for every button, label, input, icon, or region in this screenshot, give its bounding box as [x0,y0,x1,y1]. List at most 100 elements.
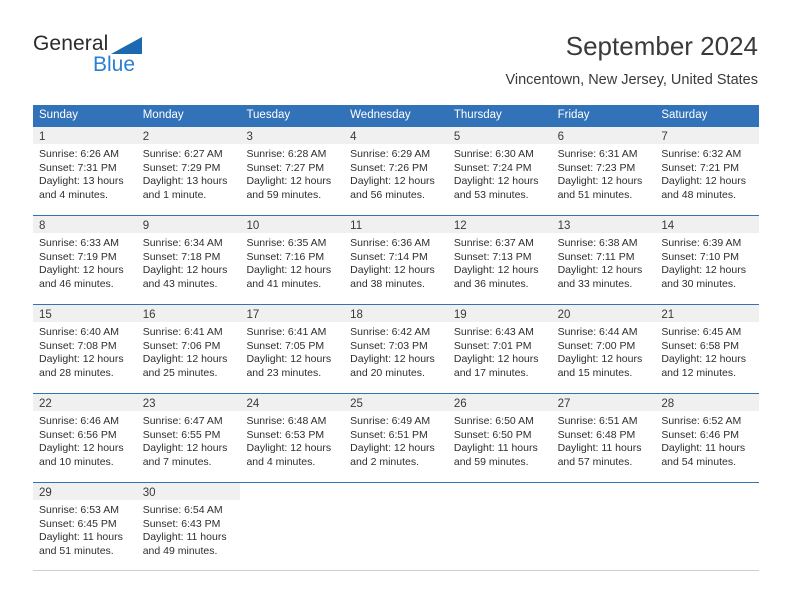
day-number-band [448,483,552,500]
day-number: 27 [557,398,571,410]
day-cell[interactable]: 18 Sunrise: 6:42 AM Sunset: 7:03 PM Dayl… [344,305,448,393]
daylight-text-line2: and 59 minutes. [246,188,322,201]
daylight-text-line2: and 4 minutes. [246,455,316,468]
day-cell[interactable]: 9 Sunrise: 6:34 AM Sunset: 7:18 PM Dayli… [136,216,241,304]
day-cell[interactable]: 2 Sunrise: 6:27 AM Sunset: 7:29 PM Dayli… [136,127,241,215]
day-cell[interactable]: 1 Sunrise: 6:26 AM Sunset: 7:31 PM Dayli… [33,127,137,215]
day-cell[interactable]: 20 Sunrise: 6:44 AM Sunset: 7:00 PM Dayl… [551,305,656,393]
day-cell[interactable]: 11 Sunrise: 6:36 AM Sunset: 7:14 PM Dayl… [344,216,448,304]
title-block: September 2024 Vincentown, New Jersey, U… [505,30,758,90]
daylight-text-line2: and 43 minutes. [142,277,218,290]
day-cell[interactable]: 25 Sunrise: 6:49 AM Sunset: 6:51 PM Dayl… [344,394,448,482]
day-cell[interactable]: 8 Sunrise: 6:33 AM Sunset: 7:19 PM Dayli… [33,216,137,304]
daylight-text-line2: and 51 minutes. [557,188,633,201]
day-info: Sunrise: 6:53 AM Sunset: 6:45 PM Dayligh… [33,500,137,558]
day-cell[interactable]: 7 Sunrise: 6:32 AM Sunset: 7:21 PM Dayli… [655,127,760,215]
sunset-text: Sunset: 7:29 PM [142,161,221,174]
sunset-text: Sunset: 7:10 PM [661,250,739,263]
day-number: 4 [350,131,357,143]
daylight-text-line2: and 20 minutes. [350,366,425,379]
sunset-text: Sunset: 7:14 PM [350,250,428,263]
sunrise-text: Sunrise: 6:42 AM [350,326,431,338]
day-cell[interactable]: 26 Sunrise: 6:50 AM Sunset: 6:50 PM Dayl… [447,394,552,482]
day-number-band: 4 [344,127,448,144]
daylight-text-line2: and 17 minutes. [453,366,529,379]
daylight-text-line2: and 59 minutes. [453,455,529,468]
daylight-text-line1: Daylight: 12 hours [661,175,746,188]
day-info: Sunrise: 6:34 AM Sunset: 7:18 PM Dayligh… [137,233,241,291]
day-number: 17 [246,309,260,321]
page-title: September 2024 [565,31,758,61]
day-cell[interactable]: 12 Sunrise: 6:37 AM Sunset: 7:13 PM Dayl… [447,216,552,304]
sunset-text: Sunset: 7:06 PM [142,339,221,352]
day-number: 1 [39,131,46,143]
daylight-text-line1: Daylight: 12 hours [39,442,124,455]
sunset-text: Sunset: 7:19 PM [39,250,117,263]
daylight-text-line2: and 12 minutes. [661,366,737,379]
day-info: Sunrise: 6:50 AM Sunset: 6:50 PM Dayligh… [448,411,552,469]
sunset-text: Sunset: 7:23 PM [557,161,636,174]
daylight-text-line1: Daylight: 12 hours [350,175,435,188]
day-info: Sunrise: 6:38 AM Sunset: 7:11 PM Dayligh… [552,233,656,291]
sunrise-text: Sunrise: 6:32 AM [661,148,742,160]
daylight-text-line1: Daylight: 12 hours [661,264,746,277]
day-cell[interactable]: 13 Sunrise: 6:38 AM Sunset: 7:11 PM Dayl… [551,216,656,304]
weekday-header-monday: Monday [142,109,184,121]
day-cell[interactable]: 29 Sunrise: 6:53 AM Sunset: 6:45 PM Dayl… [33,483,137,570]
day-info: Sunrise: 6:30 AM Sunset: 7:24 PM Dayligh… [448,144,552,202]
daylight-text-line1: Daylight: 11 hours [453,442,538,455]
sunrise-text: Sunrise: 6:31 AM [557,148,638,160]
weekday-header-thursday: Thursday [453,109,502,121]
sunrise-text: Sunrise: 6:33 AM [39,237,119,249]
day-cell[interactable]: 17 Sunrise: 6:41 AM Sunset: 7:05 PM Dayl… [240,305,345,393]
day-cell[interactable]: 4 Sunrise: 6:29 AM Sunset: 7:26 PM Dayli… [344,127,448,215]
daylight-text-line2: and 7 minutes. [142,455,212,468]
weekday-header-row: Sunday Monday Tuesday Wednesday Thursday… [33,105,759,126]
daylight-text-line2: and 4 minutes. [39,188,108,201]
day-number-band: 21 [655,305,760,322]
day-cell[interactable]: 19 Sunrise: 6:43 AM Sunset: 7:01 PM Dayl… [447,305,552,393]
day-number: 3 [246,131,253,143]
day-cell[interactable]: 10 Sunrise: 6:35 AM Sunset: 7:16 PM Dayl… [240,216,345,304]
day-cell[interactable]: 5 Sunrise: 6:30 AM Sunset: 7:24 PM Dayli… [447,127,552,215]
day-cell[interactable]: 27 Sunrise: 6:51 AM Sunset: 6:48 PM Dayl… [551,394,656,482]
sunrise-text: Sunrise: 6:27 AM [142,148,223,160]
day-cell[interactable]: 22 Sunrise: 6:46 AM Sunset: 6:56 PM Dayl… [33,394,137,482]
day-info: Sunrise: 6:32 AM Sunset: 7:21 PM Dayligh… [655,144,759,202]
day-number-band: 12 [447,216,552,233]
day-cell[interactable]: 30 Sunrise: 6:54 AM Sunset: 6:43 PM Dayl… [136,483,241,570]
day-info: Sunrise: 6:33 AM Sunset: 7:19 PM Dayligh… [33,233,137,291]
day-number: 18 [350,309,363,321]
day-number-band: 19 [447,305,552,322]
sunset-text: Sunset: 7:27 PM [246,161,325,174]
daylight-text-line1: Daylight: 12 hours [453,353,539,366]
sunset-text: Sunset: 7:16 PM [246,250,325,263]
day-number-band: 25 [344,394,448,411]
daylight-text-line2: and 23 minutes. [246,366,322,379]
day-info: Sunrise: 6:54 AM Sunset: 6:43 PM Dayligh… [137,500,241,558]
day-cell[interactable]: 15 Sunrise: 6:40 AM Sunset: 7:08 PM Dayl… [33,305,137,393]
day-cell[interactable]: 28 Sunrise: 6:52 AM Sunset: 6:46 PM Dayl… [655,394,760,482]
day-cell[interactable]: 6 Sunrise: 6:31 AM Sunset: 7:23 PM Dayli… [551,127,656,215]
daylight-text-line1: Daylight: 12 hours [350,353,435,366]
sunrise-text: Sunrise: 6:26 AM [39,148,119,160]
day-cell[interactable]: 3 Sunrise: 6:28 AM Sunset: 7:27 PM Dayli… [240,127,345,215]
sunset-text: Sunset: 7:11 PM [557,250,635,263]
sunset-text: Sunset: 6:45 PM [39,517,117,530]
day-cell[interactable]: 14 Sunrise: 6:39 AM Sunset: 7:10 PM Dayl… [655,216,760,304]
sunset-text: Sunset: 6:55 PM [142,428,221,441]
sunset-text: Sunset: 7:24 PM [453,161,532,174]
sunrise-text: Sunrise: 6:35 AM [246,237,327,249]
day-cell[interactable]: 23 Sunrise: 6:47 AM Sunset: 6:55 PM Dayl… [136,394,241,482]
sunset-text: Sunset: 7:31 PM [39,161,117,174]
day-number: 30 [142,487,156,499]
day-cell[interactable]: 16 Sunrise: 6:41 AM Sunset: 7:06 PM Dayl… [136,305,241,393]
day-cell[interactable]: 24 Sunrise: 6:48 AM Sunset: 6:53 PM Dayl… [240,394,345,482]
day-number-band [552,483,656,500]
sunrise-text: Sunrise: 6:47 AM [142,415,223,427]
day-info: Sunrise: 6:43 AM Sunset: 7:01 PM Dayligh… [448,322,552,380]
day-cell[interactable]: 21 Sunrise: 6:45 AM Sunset: 6:58 PM Dayl… [655,305,760,393]
day-number-band: 8 [33,216,137,233]
generalblue-logo[interactable]: General Blue [33,32,213,84]
day-info: Sunrise: 6:36 AM Sunset: 7:14 PM Dayligh… [344,233,448,291]
